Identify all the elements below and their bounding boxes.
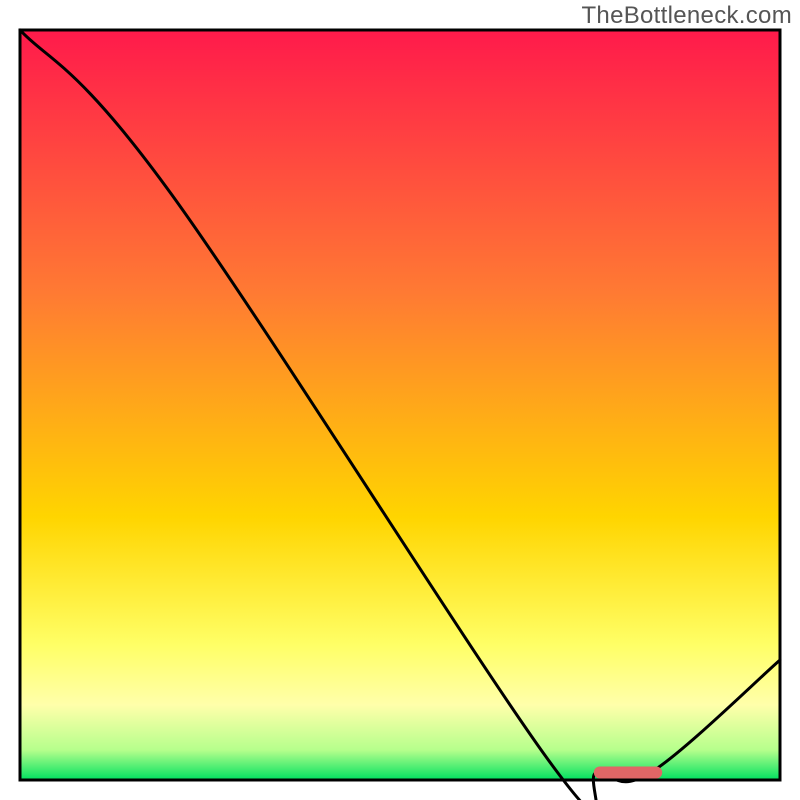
optimal-marker bbox=[594, 767, 662, 779]
bottleneck-chart bbox=[0, 0, 800, 800]
chart-container: TheBottleneck.com bbox=[0, 0, 800, 800]
watermark-text: TheBottleneck.com bbox=[581, 2, 792, 30]
